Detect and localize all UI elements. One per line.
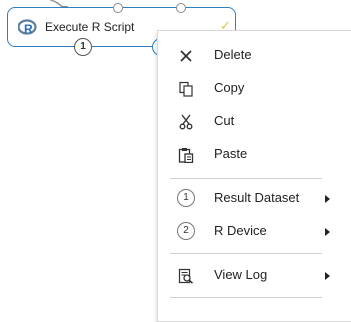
submenu-arrow-icon: [325, 228, 330, 236]
copy-icon: [179, 81, 193, 97]
menu-item-label: Result Dataset: [214, 190, 300, 205]
submenu-arrow-icon: [325, 272, 330, 280]
input-port-2[interactable]: [176, 3, 186, 13]
number-circle-icon: 1: [177, 189, 195, 207]
r-logo-icon: R: [18, 19, 37, 36]
number-circle-icon: 2: [177, 222, 195, 240]
menu-separator: [170, 297, 322, 298]
menu-item-label: Cut: [214, 113, 235, 128]
input-port-1[interactable]: [113, 3, 123, 13]
menu-item-r-device[interactable]: 2 R Device: [158, 219, 330, 245]
view-log-icon: [178, 268, 194, 284]
menu-item-delete[interactable]: Delete: [158, 43, 330, 69]
menu-item-result-dataset[interactable]: 1 Result Dataset: [158, 186, 330, 212]
menu-item-label: R Device: [214, 223, 267, 238]
menu-item-copy[interactable]: Copy: [158, 76, 330, 102]
output-port-1[interactable]: 1: [74, 38, 92, 56]
delete-x-icon: [180, 50, 192, 62]
menu-item-paste[interactable]: Paste: [158, 142, 330, 168]
menu-item-label: Copy: [214, 80, 245, 95]
menu-item-view-log[interactable]: View Log: [158, 263, 330, 289]
menu-separator: [170, 253, 322, 254]
submenu-arrow-icon: [325, 195, 330, 203]
menu-item-label: View Log: [214, 267, 268, 282]
scissors-icon: [179, 114, 193, 130]
module-title: Execute R Script: [45, 20, 135, 34]
menu-separator: [170, 178, 322, 179]
svg-text:R: R: [24, 22, 33, 36]
menu-item-label: Paste: [214, 146, 248, 161]
paste-icon: [178, 148, 194, 163]
menu-item-cut[interactable]: Cut: [158, 109, 330, 135]
context-menu: Delete Copy Cut Paste 1 Result Dataset 2…: [157, 30, 351, 322]
menu-item-label: Delete: [214, 47, 252, 62]
